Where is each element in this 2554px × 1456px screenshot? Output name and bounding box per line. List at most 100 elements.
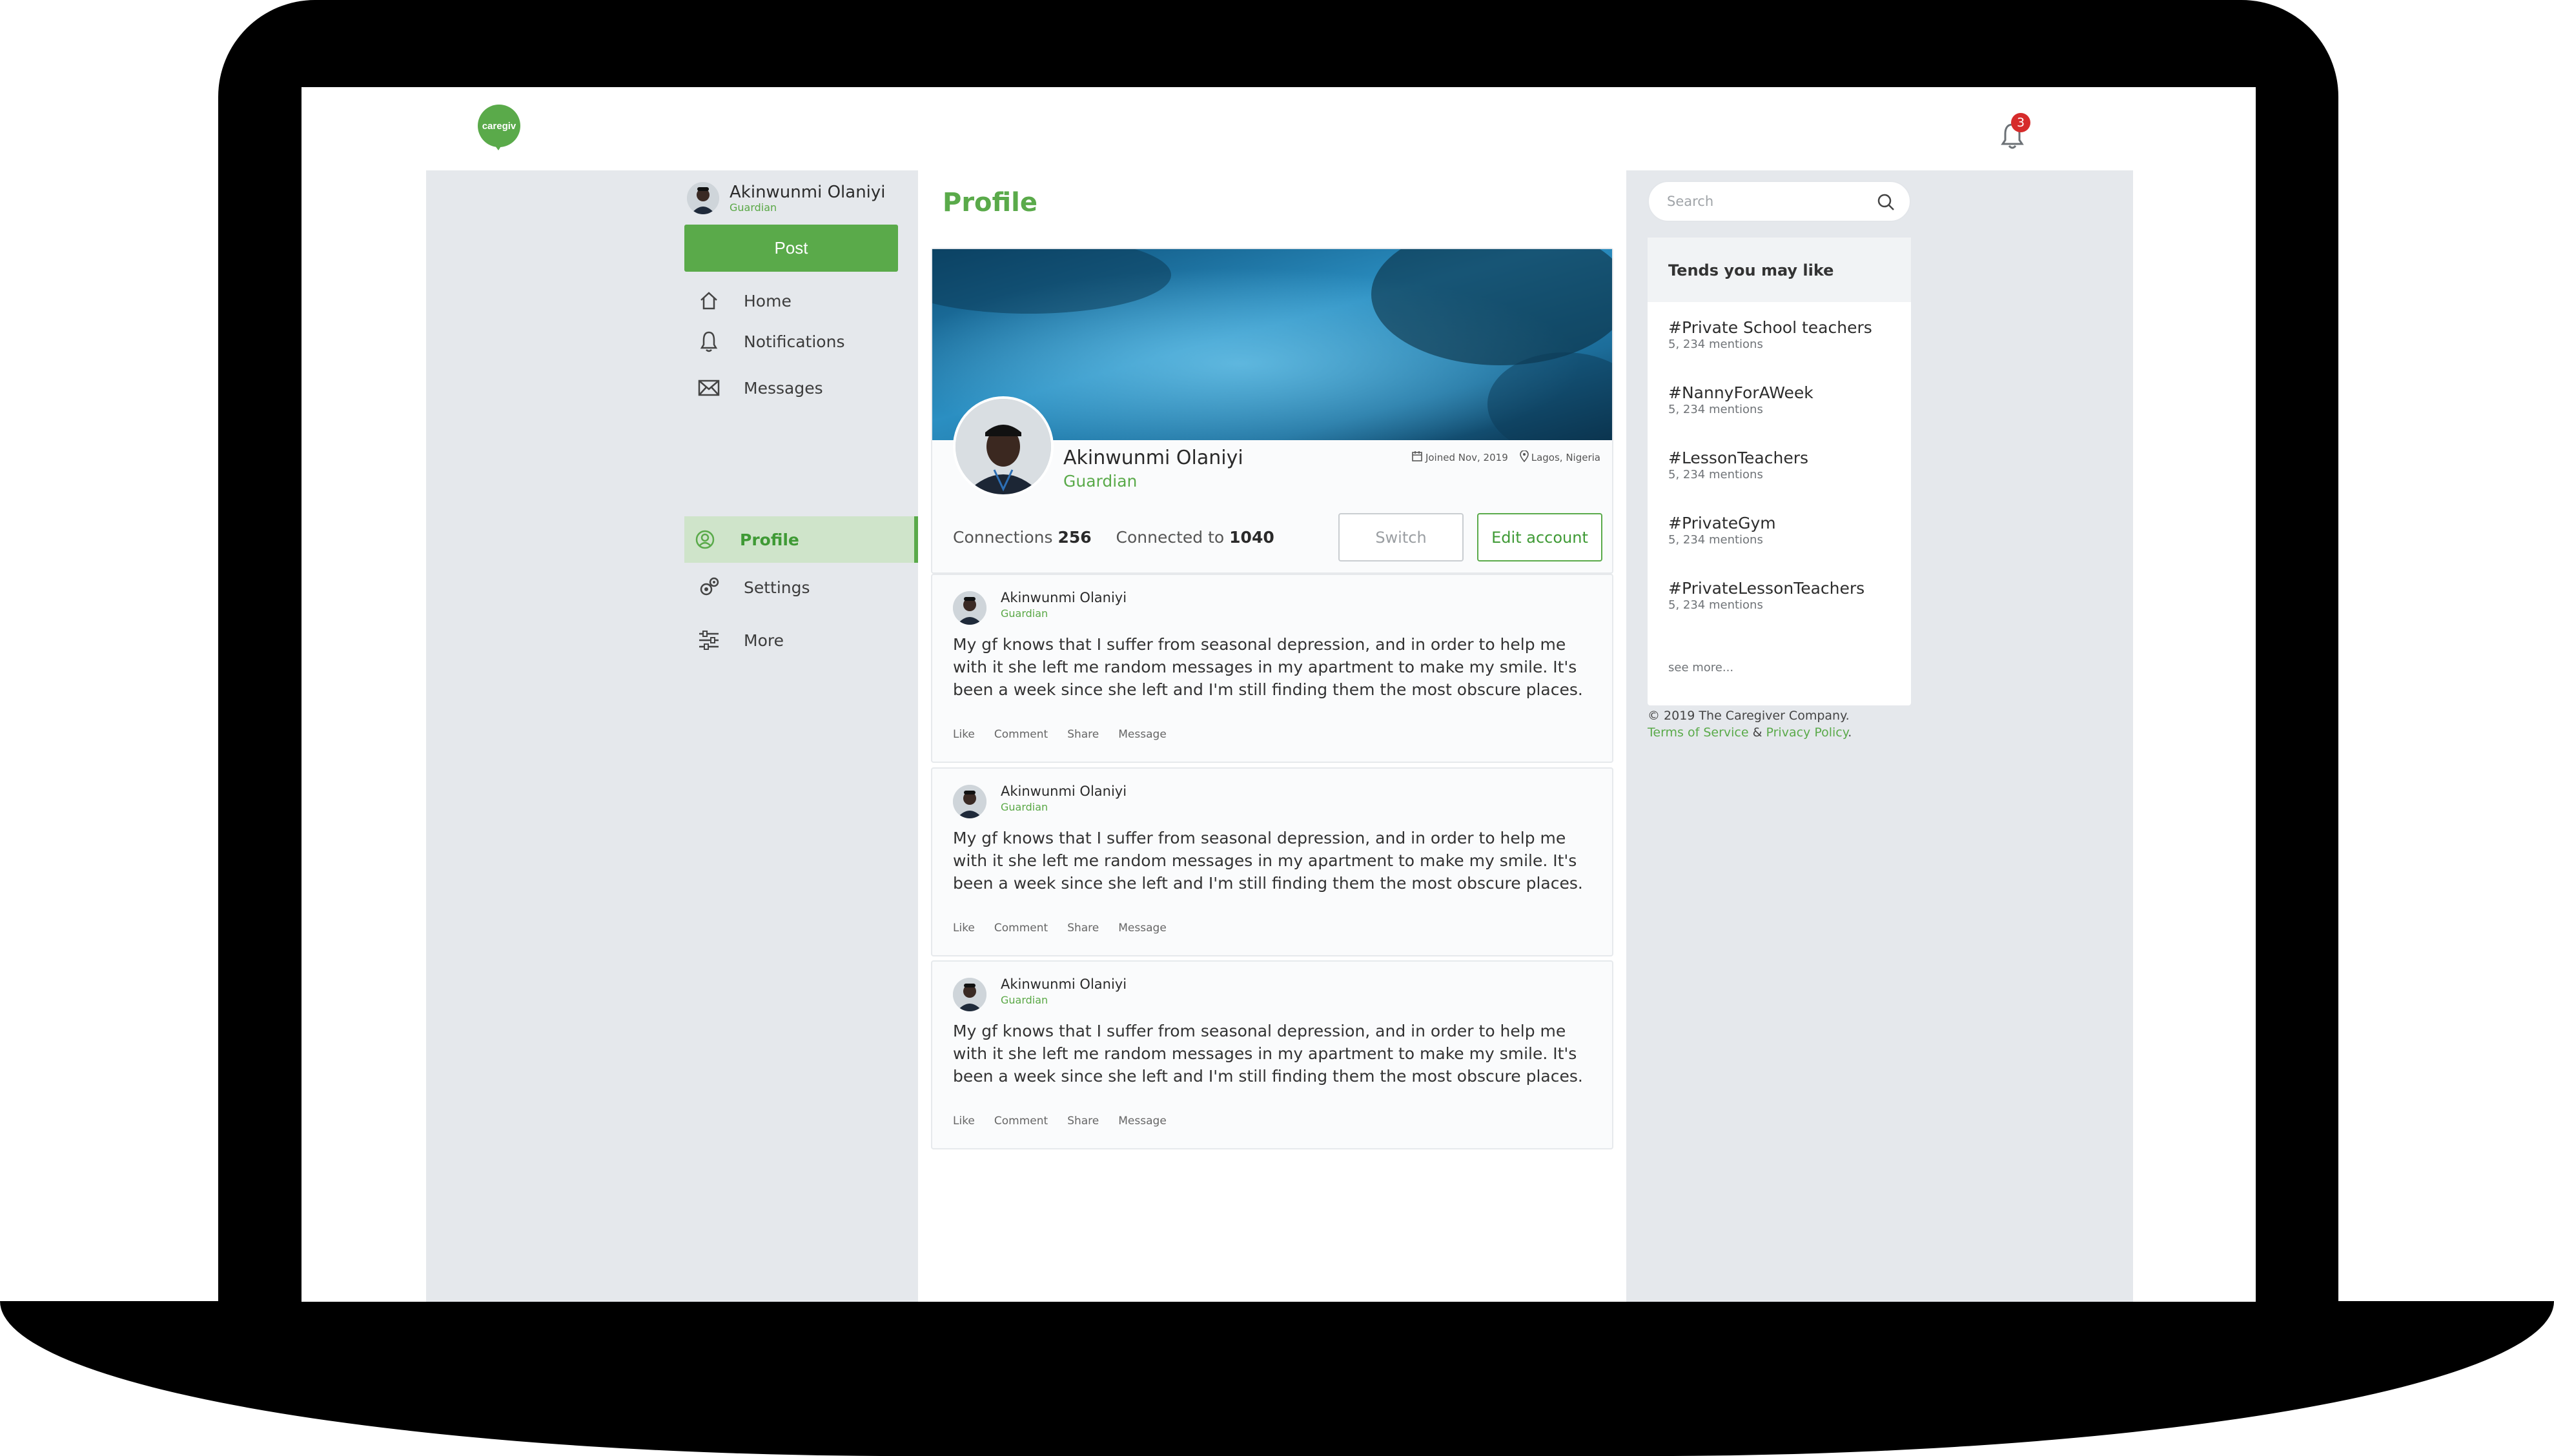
sidebar-item-messages[interactable]: Messages	[684, 365, 918, 411]
sliders-icon	[697, 629, 720, 652]
switch-button[interactable]: Switch	[1338, 513, 1464, 561]
profile-icon	[693, 528, 717, 551]
sidebar-item-label: Home	[744, 291, 792, 310]
comment-button[interactable]: Comment	[994, 728, 1048, 741]
post-author[interactable]: Akinwunmi Olaniyi	[1001, 590, 1127, 605]
footer-period: .	[1848, 725, 1852, 740]
bell-icon	[697, 330, 720, 353]
sidebar-item-settings[interactable]: Settings	[684, 564, 918, 611]
trend-tag: #Private School teachers	[1668, 318, 1872, 337]
svg-text:caregiv: caregiv	[482, 121, 516, 132]
connected-label: Connected to	[1116, 528, 1225, 547]
post-author[interactable]: Akinwunmi Olaniyi	[1001, 976, 1127, 992]
like-button[interactable]: Like	[953, 1115, 975, 1127]
connected-count: 1040	[1229, 528, 1274, 547]
post-actions: Like Comment Share Message	[953, 922, 1186, 935]
post-author-role: Guardian	[1001, 607, 1048, 620]
location-pin-icon	[1519, 450, 1531, 465]
comment-button[interactable]: Comment	[994, 922, 1048, 935]
trends-title: Tends you may like	[1648, 238, 1911, 302]
search-icon[interactable]	[1876, 192, 1895, 214]
laptop-base	[0, 1301, 2554, 1456]
post-author-role: Guardian	[1001, 994, 1048, 1006]
privacy-link[interactable]: Privacy Policy	[1766, 725, 1848, 740]
copyright: © 2019 The Caregiver Company.	[1648, 709, 1850, 723]
trend-mentions: 5, 234 mentions	[1668, 533, 1763, 547]
avatar[interactable]	[953, 978, 986, 1011]
sidebar-item-label: Profile	[740, 530, 799, 549]
calendar-icon	[1411, 450, 1425, 465]
avatar[interactable]	[953, 591, 986, 625]
search-input[interactable]: Search	[1648, 181, 1911, 222]
edit-account-button[interactable]: Edit account	[1477, 513, 1602, 561]
trend-item[interactable]: #PrivateLessonTeachers 5, 234 mentions	[1668, 579, 1864, 612]
sidebar-item-label: Settings	[744, 578, 810, 597]
sidebar-user[interactable]: Akinwunmi Olaniyi Guardian	[687, 182, 886, 214]
message-button[interactable]: Message	[1118, 728, 1167, 741]
location: Lagos, Nigeria	[1531, 452, 1600, 463]
sidebar-item-label: More	[744, 631, 784, 650]
post-author[interactable]: Akinwunmi Olaniyi	[1001, 784, 1127, 799]
post-card: Akinwunmi Olaniyi Guardian My gf knows t…	[931, 574, 1613, 763]
sidebar-item-more[interactable]: More	[684, 617, 918, 663]
sidebar-user-name: Akinwunmi Olaniyi	[730, 183, 886, 202]
sidebar-item-label: Notifications	[744, 332, 845, 351]
share-button[interactable]: Share	[1067, 728, 1099, 741]
sidebar-item-notifications[interactable]: Notifications	[684, 318, 918, 365]
trend-item[interactable]: #PrivateGym 5, 234 mentions	[1668, 514, 1776, 547]
profile-role: Guardian	[1063, 472, 1138, 490]
app-screen: caregiv 3 Akinwunmi Olaniyi Guardian Pos…	[301, 87, 2256, 1302]
sidebar-item-home[interactable]: Home	[684, 278, 918, 324]
connections-stats: Connections 256 Connected to 1040	[953, 528, 1274, 547]
page-title: Profile	[943, 188, 1038, 217]
trend-tag: #LessonTeachers	[1668, 449, 1809, 467]
profile-card: Akinwunmi Olaniyi Guardian Joined Nov, 2…	[931, 248, 1613, 574]
trends-panel: Tends you may like #Private School teach…	[1648, 238, 1911, 705]
trend-mentions: 5, 234 mentions	[1668, 468, 1763, 481]
terms-link[interactable]: Terms of Service	[1648, 725, 1749, 740]
joined-date: Joined Nov, 2019	[1425, 452, 1508, 463]
caregiv-logo[interactable]: caregiv	[474, 105, 525, 150]
comment-button[interactable]: Comment	[994, 1115, 1048, 1127]
post-button[interactable]: Post	[684, 225, 898, 272]
envelope-icon	[697, 376, 720, 399]
sidebar-user-role: Guardian	[730, 201, 777, 214]
trend-item[interactable]: #NannyForAWeek 5, 234 mentions	[1668, 383, 1813, 417]
trend-mentions: 5, 234 mentions	[1668, 338, 1763, 351]
notification-badge: 3	[2011, 113, 2030, 132]
profile-avatar[interactable]	[953, 396, 1054, 497]
trend-mentions: 5, 234 mentions	[1668, 403, 1763, 416]
profile-meta: Joined Nov, 2019 Lagos, Nigeria	[1411, 450, 1600, 465]
home-icon	[697, 289, 720, 312]
post-actions: Like Comment Share Message	[953, 1115, 1186, 1127]
post-actions: Like Comment Share Message	[953, 728, 1186, 741]
sidebar-item-profile[interactable]: Profile	[684, 516, 918, 563]
like-button[interactable]: Like	[953, 922, 975, 935]
post-body: My gf knows that I suffer from seasonal …	[953, 1022, 1583, 1086]
connections-count: 256	[1057, 528, 1092, 547]
message-button[interactable]: Message	[1118, 922, 1167, 935]
gear-icon	[697, 576, 720, 599]
like-button[interactable]: Like	[953, 728, 975, 741]
sidebar-item-label: Messages	[744, 378, 823, 398]
search-placeholder: Search	[1667, 194, 1714, 209]
post-card: Akinwunmi Olaniyi Guardian My gf knows t…	[931, 960, 1613, 1149]
share-button[interactable]: Share	[1067, 1115, 1099, 1127]
avatar	[687, 182, 719, 214]
see-more-link[interactable]: see more...	[1668, 661, 1733, 674]
trend-item[interactable]: #LessonTeachers 5, 234 mentions	[1668, 449, 1808, 482]
post-body: My gf knows that I suffer from seasonal …	[953, 635, 1583, 699]
message-button[interactable]: Message	[1118, 1115, 1167, 1127]
post-body: My gf knows that I suffer from seasonal …	[953, 829, 1583, 893]
trend-tag: #PrivateGym	[1668, 514, 1776, 532]
post-author-role: Guardian	[1001, 801, 1048, 813]
trend-item[interactable]: #Private School teachers 5, 234 mentions	[1668, 318, 1872, 352]
share-button[interactable]: Share	[1067, 922, 1099, 935]
post-card: Akinwunmi Olaniyi Guardian My gf knows t…	[931, 767, 1613, 956]
profile-name: Akinwunmi Olaniyi	[1063, 447, 1243, 469]
trend-tag: #NannyForAWeek	[1668, 383, 1813, 402]
footer: © 2019 The Caregiver Company. Terms of S…	[1648, 707, 1852, 741]
trend-mentions: 5, 234 mentions	[1668, 598, 1763, 612]
connections-label: Connections	[953, 528, 1053, 547]
avatar[interactable]	[953, 785, 986, 818]
